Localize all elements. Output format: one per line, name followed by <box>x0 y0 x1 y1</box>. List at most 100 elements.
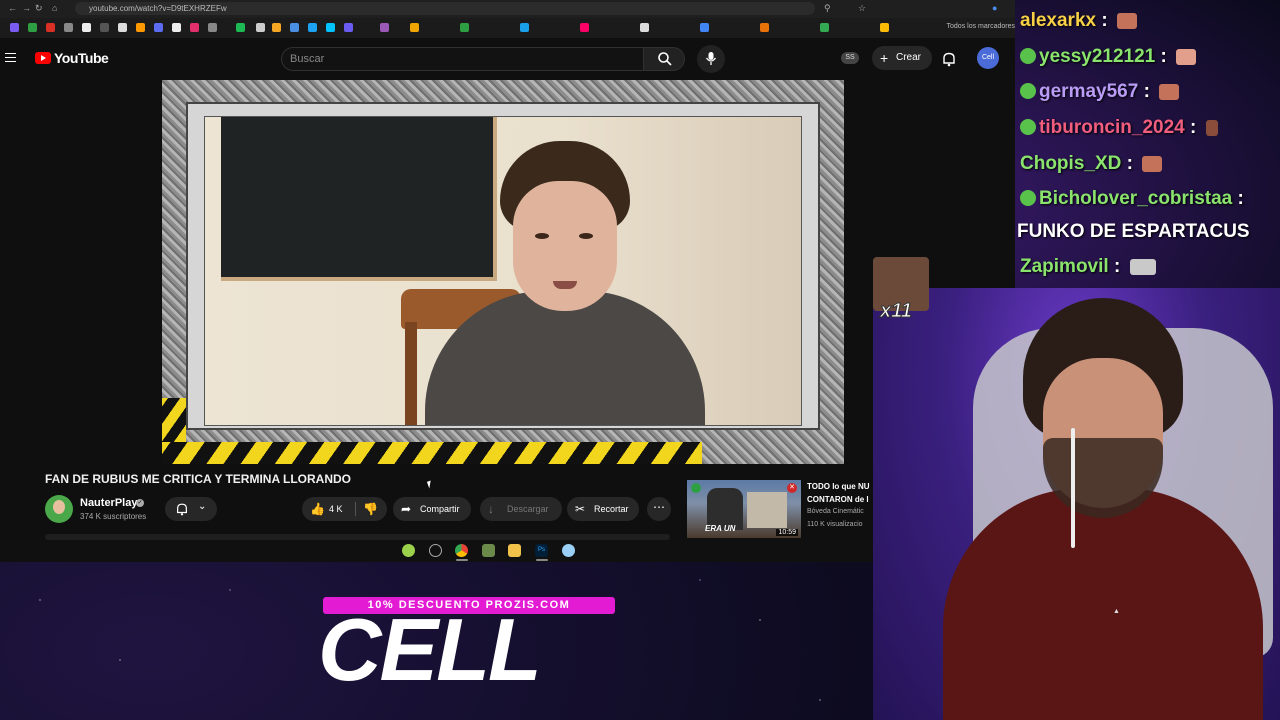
browser-toolbar: ← → ↻ ⌂ youtube.com/watch?v=D9tEXHRZEFw … <box>0 0 1015 18</box>
bookmark-icon[interactable] <box>760 23 769 32</box>
bookmark-icon[interactable] <box>308 23 317 32</box>
photoshop-icon[interactable]: Ps <box>535 544 548 557</box>
bookmark-icon[interactable] <box>380 23 389 32</box>
bookmark-icon[interactable] <box>520 23 529 32</box>
more-options-icon[interactable]: ⋯ <box>647 497 671 521</box>
search-box <box>281 47 643 71</box>
clip-label: Recortar <box>594 504 629 514</box>
app-icon[interactable] <box>482 544 495 557</box>
video-player[interactable] <box>162 80 844 464</box>
like-icon[interactable]: 👍 <box>310 497 325 521</box>
all-bookmarks-link[interactable]: Todos los marcadores <box>947 23 1015 30</box>
bookmark-icon[interactable] <box>880 23 889 32</box>
chat-message: Zapimovil : <box>1020 256 1156 278</box>
bookmark-icon[interactable] <box>136 23 145 32</box>
chrome-icon[interactable] <box>455 544 468 557</box>
bookmark-icon[interactable] <box>326 23 335 32</box>
notifications-button[interactable]: ⌄ <box>165 497 217 521</box>
related-video-thumbnail[interactable]: ERA UN 10:59 ✕ <box>687 480 801 538</box>
chat-message: Bicholover_cobristaa : <box>1020 188 1244 210</box>
chat-message: germay567 : <box>1020 81 1180 103</box>
profile-icon[interactable]: ● <box>992 3 997 13</box>
bookmark-icon[interactable] <box>10 23 19 32</box>
back-icon[interactable]: ← <box>8 3 17 13</box>
related-video-title[interactable]: TODO lo que NU CONTARON de l <box>807 480 877 506</box>
share-button[interactable]: ➦ Compartir <box>393 497 471 521</box>
youtube-logo-text[interactable]: YouTube <box>54 50 109 66</box>
bookmark-icon[interactable] <box>290 23 299 32</box>
close-icon[interactable]: ✕ <box>787 483 797 493</box>
ss-extension-badge[interactable]: SS <box>841 52 859 64</box>
menu-icon[interactable] <box>5 53 16 62</box>
emote-icon <box>1129 258 1156 275</box>
home-icon[interactable]: ⌂ <box>52 3 57 13</box>
bookmark-icon[interactable] <box>208 23 217 32</box>
bookmark-icon[interactable] <box>820 23 829 32</box>
channel-name[interactable]: NauterPlay <box>80 497 137 509</box>
reload-icon[interactable]: ↻ <box>35 3 43 14</box>
chat-separator: : <box>1232 188 1244 209</box>
channel-avatar[interactable] <box>45 495 73 523</box>
notifications-bell-icon[interactable] <box>941 51 957 67</box>
star-icon[interactable]: ☆ <box>858 3 866 14</box>
video-title: FAN DE RUBIUS ME CRITICA Y TERMINA LLORA… <box>45 472 352 486</box>
bookmark-icon[interactable] <box>82 23 91 32</box>
bookmark-icon[interactable] <box>272 23 281 32</box>
bookmark-icon[interactable] <box>236 23 245 32</box>
bookmark-icon[interactable] <box>256 23 265 32</box>
bookmark-icon[interactable] <box>580 23 589 32</box>
dislike-icon[interactable]: 👎 <box>363 497 378 521</box>
zoom-icon[interactable]: ⚲ <box>824 3 831 14</box>
mouth <box>553 281 577 289</box>
emote-icon <box>1116 12 1137 29</box>
bookmark-icon[interactable] <box>154 23 163 32</box>
bookmark-icon[interactable] <box>460 23 469 32</box>
create-button[interactable]: + Crear <box>872 46 932 70</box>
bookmark-icon[interactable] <box>640 23 649 32</box>
subscriber-count: 374 K suscriptores <box>80 512 147 521</box>
streamer-brand: CELL <box>318 600 542 699</box>
bookmark-icon[interactable] <box>172 23 181 32</box>
related-video-channel[interactable]: Bóveda Cinemátic <box>807 508 864 515</box>
chat-message: tiburoncin_2024 : <box>1020 117 1218 139</box>
bookmark-icon[interactable] <box>344 23 353 32</box>
like-count[interactable]: 4 K <box>329 497 343 521</box>
search-input[interactable] <box>282 48 638 70</box>
earphone-cable <box>1071 428 1075 548</box>
chat-separator: : <box>1138 81 1156 102</box>
bookmark-icon[interactable] <box>700 23 709 32</box>
clip-button[interactable]: ✂ Recortar <box>567 497 639 521</box>
eye <box>535 233 549 239</box>
download-label: Descargar <box>507 504 549 514</box>
chat-username: Chopis_XD <box>1020 153 1122 174</box>
scissors-icon: ✂ <box>575 502 586 516</box>
chat-username: germay567 <box>1039 81 1139 102</box>
face <box>513 181 617 311</box>
create-label: Crear <box>896 52 922 63</box>
bookmark-icon[interactable] <box>28 23 37 32</box>
bookmark-icon[interactable] <box>46 23 55 32</box>
search-button[interactable] <box>643 47 685 71</box>
verified-icon: ✓ <box>136 499 144 507</box>
download-button[interactable]: ↓ Descargar <box>480 497 562 521</box>
eye <box>579 233 593 239</box>
chat-message: Chopis_XD : <box>1020 153 1163 175</box>
voice-search-button[interactable] <box>697 45 725 73</box>
youtube-logo-icon[interactable] <box>35 52 51 64</box>
bookmark-icon[interactable] <box>64 23 73 32</box>
account-avatar[interactable]: Cell <box>977 47 999 69</box>
bookmark-icon[interactable] <box>100 23 109 32</box>
folder-icon[interactable] <box>508 544 521 557</box>
chat-separator: : <box>1184 117 1202 138</box>
app-icon[interactable] <box>562 544 575 557</box>
bookmark-icon[interactable] <box>118 23 127 32</box>
like-dislike-group: 👍 4 K 👎 <box>302 497 387 521</box>
app-icon[interactable] <box>402 544 415 557</box>
chat-message: alexarkx : <box>1020 10 1137 32</box>
address-bar[interactable]: youtube.com/watch?v=D9tEXHRZEFw <box>75 2 815 15</box>
app-icon[interactable] <box>429 544 442 557</box>
bookmark-icon[interactable] <box>410 23 419 32</box>
forward-icon[interactable]: → <box>22 3 31 13</box>
streamer-webcam: ▲ <box>873 288 1280 720</box>
bookmark-icon[interactable] <box>190 23 199 32</box>
